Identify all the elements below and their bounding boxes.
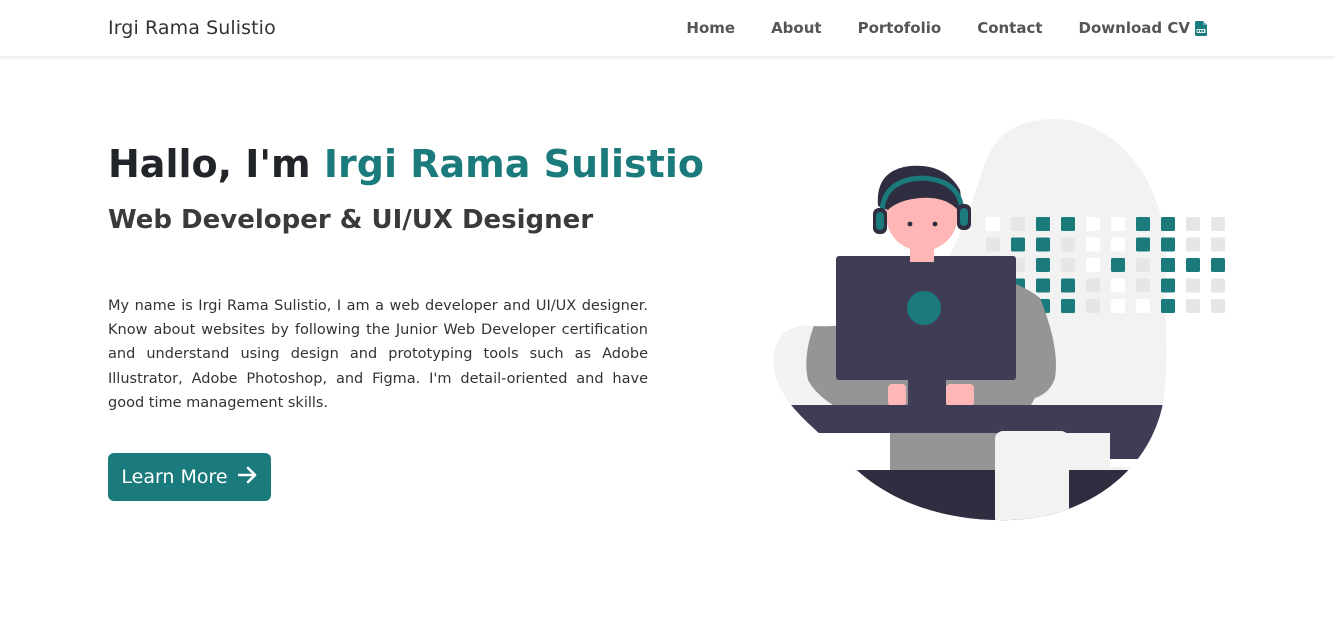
pixel-square xyxy=(1186,258,1200,272)
pixel-square xyxy=(1111,217,1125,231)
pixel-square xyxy=(1061,299,1075,313)
pixel-square xyxy=(1086,237,1100,252)
pixel-square xyxy=(1136,237,1150,252)
nav-link-download-cv-label: Download CV xyxy=(1078,19,1190,37)
hero-greeting: Hallo, I'm xyxy=(108,142,324,186)
pixel-square xyxy=(1186,237,1200,252)
learn-more-button[interactable]: Learn More xyxy=(108,453,271,501)
pixel-square xyxy=(1136,299,1150,313)
pixel-square xyxy=(1061,258,1075,272)
nav-link-download-cv[interactable]: Download CV xyxy=(1079,19,1207,37)
pixel-square xyxy=(1086,299,1100,313)
pixel-square xyxy=(1161,278,1175,293)
pixel-square xyxy=(1161,237,1175,252)
nav-link-portofolio[interactable]: Portofolio xyxy=(858,19,942,37)
nav-links: Home About Portofolio Contact Download C… xyxy=(650,19,1207,37)
hero-subtitle: Web Developer & UI/UX Designer xyxy=(108,205,594,235)
hero-illustration xyxy=(770,118,1230,523)
pixel-square xyxy=(1186,278,1200,293)
pixel-square xyxy=(1111,299,1125,313)
pixel-square xyxy=(1036,278,1050,293)
pixel-square xyxy=(1111,278,1125,293)
pixel-square xyxy=(1086,258,1100,272)
nav-link-contact[interactable]: Contact xyxy=(977,19,1042,37)
pixel-square xyxy=(1136,258,1150,272)
hero-description: My name is Irgi Rama Sulistio, I am a we… xyxy=(108,298,648,411)
pixel-square xyxy=(1161,217,1175,231)
pixel-square xyxy=(1086,278,1100,293)
brand-name[interactable]: Irgi Rama Sulistio xyxy=(108,17,276,39)
pixel-square xyxy=(1136,217,1150,231)
pixel-square xyxy=(1136,278,1150,293)
pixel-square xyxy=(1011,217,1025,231)
pixel-square xyxy=(1211,217,1225,231)
pixel-square xyxy=(1211,258,1225,272)
pixel-square xyxy=(1036,237,1050,252)
pixel-square xyxy=(1061,278,1075,293)
right-hand xyxy=(946,384,974,406)
pixel-square xyxy=(1161,299,1175,313)
arrow-right-icon xyxy=(237,466,258,489)
pixel-square xyxy=(986,217,1000,231)
pixel-square xyxy=(1086,217,1100,231)
pixel-square xyxy=(1211,237,1225,252)
pixel-square xyxy=(1111,237,1125,252)
pixel-square xyxy=(1186,299,1200,313)
pixel-square xyxy=(1036,217,1050,231)
desk xyxy=(773,405,1167,433)
chair xyxy=(995,431,1069,521)
pixel-square xyxy=(1211,299,1225,313)
monitor-logo xyxy=(907,291,941,325)
hero-title: Hallo, I'm Irgi Rama Sulistio xyxy=(108,142,704,186)
pixel-square xyxy=(986,237,1000,252)
pixel-square xyxy=(1186,217,1200,231)
navbar: Irgi Rama Sulistio Home About Portofolio… xyxy=(0,0,1335,56)
pdf-file-icon xyxy=(1195,20,1207,36)
left-hand xyxy=(888,384,906,406)
pixel-square xyxy=(1036,258,1050,272)
pixel-square xyxy=(1061,237,1075,252)
hero-name: Irgi Rama Sulistio xyxy=(323,142,704,186)
pixel-square xyxy=(1111,258,1125,272)
pixel-square xyxy=(1011,237,1025,252)
pixel-square xyxy=(1211,278,1225,293)
learn-more-label: Learn More xyxy=(121,466,228,488)
pixel-square xyxy=(1161,258,1175,272)
nav-link-home[interactable]: Home xyxy=(686,19,735,37)
developer-illustration xyxy=(773,119,1225,521)
nav-link-about[interactable]: About xyxy=(771,19,822,37)
pixel-square xyxy=(1061,217,1075,231)
